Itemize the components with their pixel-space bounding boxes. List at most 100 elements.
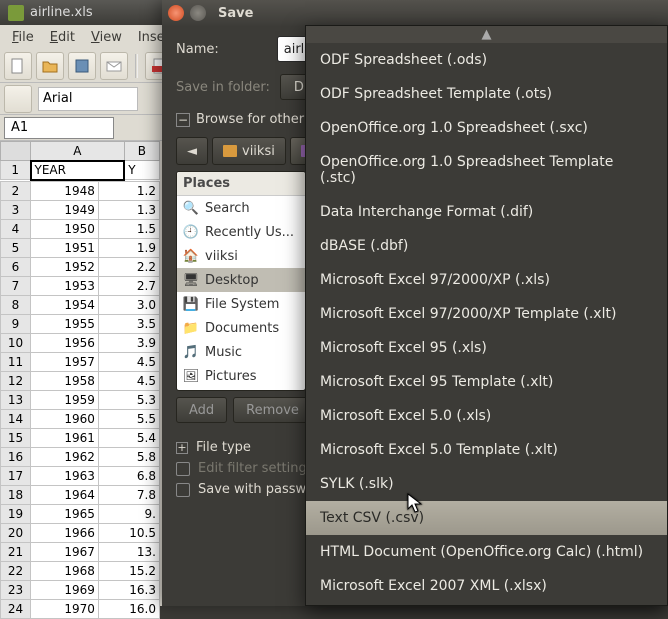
cell[interactable]: 13. (98, 542, 159, 561)
cell[interactable]: 3.5 (98, 314, 159, 333)
menu-edit[interactable]: Edit (42, 27, 83, 48)
scroll-up-icon[interactable]: ▲ (306, 26, 667, 43)
cell[interactable]: 1.9 (98, 238, 159, 257)
cell-ref-input[interactable] (4, 117, 114, 139)
browse-label[interactable]: Browse for other f (196, 112, 313, 127)
filetype-item[interactable]: Text CSV (.csv) (306, 501, 667, 535)
cell[interactable]: 1964 (31, 485, 99, 504)
cell[interactable]: 1966 (31, 523, 99, 542)
col-B[interactable]: B (124, 142, 159, 161)
cell-B1[interactable]: Y (124, 161, 159, 180)
cell[interactable]: 6.8 (98, 466, 159, 485)
cell[interactable]: 5.3 (98, 390, 159, 409)
filetype-menu[interactable]: ▲ ODF Spreadsheet (.ods)ODF Spreadsheet … (305, 25, 668, 606)
filetype-item[interactable]: ODF Spreadsheet (.ods) (306, 43, 667, 77)
cell[interactable]: 10.5 (98, 523, 159, 542)
cell[interactable]: 1955 (31, 314, 99, 333)
cell[interactable]: 4.5 (98, 352, 159, 371)
cell[interactable]: 1.5 (98, 219, 159, 238)
add-button[interactable]: Add (176, 397, 227, 423)
filetype-item[interactable]: HTML Document (OpenOffice.org Calc) (.ht… (306, 535, 667, 569)
cell[interactable]: 16.3 (98, 580, 159, 599)
cell[interactable]: 1968 (31, 561, 99, 580)
cell[interactable]: 1963 (31, 466, 99, 485)
path-user-button[interactable]: viiksi (212, 137, 286, 165)
cell[interactable]: 7.8 (98, 485, 159, 504)
dialog-titlebar[interactable]: Save (162, 0, 668, 26)
cell[interactable]: 1950 (31, 219, 99, 238)
cell[interactable]: 1.2 (98, 181, 159, 200)
col-A[interactable]: A (31, 142, 125, 161)
cell[interactable]: 1948 (31, 181, 99, 200)
cell[interactable]: 15.2 (98, 561, 159, 580)
checkbox-icon[interactable] (176, 483, 190, 497)
cell[interactable]: 9. (98, 504, 159, 523)
new-doc-button[interactable] (4, 52, 32, 80)
cell[interactable]: 1951 (31, 238, 99, 257)
cell[interactable]: 1954 (31, 295, 99, 314)
filetype-item[interactable]: Microsoft Excel 5.0 (.xls) (306, 399, 667, 433)
cell[interactable]: 1969 (31, 580, 99, 599)
collapse-icon[interactable]: − (176, 113, 190, 127)
cell[interactable]: 1959 (31, 390, 99, 409)
filetype-item[interactable]: Microsoft Excel 97/2000/XP (.xls) (306, 263, 667, 297)
filetype-item[interactable]: OpenOffice.org 1.0 Spreadsheet Template … (306, 145, 667, 195)
cell[interactable]: 1952 (31, 257, 99, 276)
places-item[interactable]: 🎵Music (177, 340, 305, 364)
places-item[interactable]: 🕘Recently Us... (177, 220, 305, 244)
filetype-item[interactable]: Microsoft Excel 95 Template (.xlt) (306, 365, 667, 399)
filetype-item[interactable]: Microsoft Excel 95 (.xls) (306, 331, 667, 365)
filetype-item[interactable]: Data Interchange Format (.dif) (306, 195, 667, 229)
filetype-item[interactable]: ODF Spreadsheet Template (.ots) (306, 77, 667, 111)
minimize-icon[interactable] (190, 5, 206, 21)
save-button[interactable] (68, 52, 96, 80)
places-item[interactable]: 🏠viiksi (177, 244, 305, 268)
filetype-item[interactable]: OpenOffice.org 1.0 Spreadsheet (.sxc) (306, 111, 667, 145)
places-item[interactable]: 🖼Pictures (177, 364, 305, 388)
cell[interactable]: 1965 (31, 504, 99, 523)
cell[interactable]: 2.7 (98, 276, 159, 295)
cell[interactable]: 1.3 (98, 200, 159, 219)
file-type-label[interactable]: File type (196, 440, 251, 455)
places-item[interactable]: 💾File System (177, 292, 305, 316)
cell[interactable]: 1957 (31, 352, 99, 371)
cell[interactable]: 1970 (31, 599, 99, 618)
filetype-item[interactable]: Microsoft Excel 97/2000/XP Template (.xl… (306, 297, 667, 331)
filetype-item[interactable]: Microsoft Excel 5.0 Template (.xlt) (306, 433, 667, 467)
cell-A1[interactable]: YEAR (31, 161, 125, 180)
places-item[interactable]: 🖥Desktop (177, 268, 305, 292)
path-back-button[interactable]: ◄ (176, 137, 208, 165)
cell[interactable]: 5.4 (98, 428, 159, 447)
cell[interactable]: 1967 (31, 542, 99, 561)
cell[interactable]: 1956 (31, 333, 99, 352)
remove-button[interactable]: Remove (233, 397, 312, 423)
places-item[interactable]: 🎬Videos (177, 388, 305, 391)
open-button[interactable] (36, 52, 64, 80)
cell[interactable]: 5.8 (98, 447, 159, 466)
filetype-item[interactable]: dBASE (.dbf) (306, 229, 667, 263)
spreadsheet-grid[interactable]: AB 1YEARY 219481.2319491.3419501.5519511… (0, 141, 160, 606)
close-icon[interactable] (168, 5, 184, 21)
cell[interactable]: 1949 (31, 200, 99, 219)
cell[interactable]: 5.5 (98, 409, 159, 428)
style-button[interactable] (4, 85, 32, 113)
cell[interactable]: 2.2 (98, 257, 159, 276)
cell[interactable]: 1958 (31, 371, 99, 390)
places-item[interactable]: 📁Documents (177, 316, 305, 340)
mail-button[interactable] (100, 52, 128, 80)
expand-icon[interactable]: + (176, 442, 188, 454)
menu-view[interactable]: View (83, 27, 130, 48)
filetype-item[interactable]: SYLK (.slk) (306, 467, 667, 501)
filetype-item[interactable]: Microsoft Excel 2007 XML (.xlsx) (306, 569, 667, 603)
places-item[interactable]: 🔍Search (177, 196, 305, 220)
cell[interactable]: 16.0 (98, 599, 159, 618)
cell[interactable]: 1960 (31, 409, 99, 428)
cell[interactable]: 4.5 (98, 371, 159, 390)
cell[interactable]: 3.9 (98, 333, 159, 352)
menu-file[interactable]: File (4, 27, 42, 48)
cell[interactable]: 3.0 (98, 295, 159, 314)
cell[interactable]: 1962 (31, 447, 99, 466)
cell[interactable]: 1953 (31, 276, 99, 295)
cell[interactable]: 1961 (31, 428, 99, 447)
font-name-input[interactable] (38, 87, 138, 111)
